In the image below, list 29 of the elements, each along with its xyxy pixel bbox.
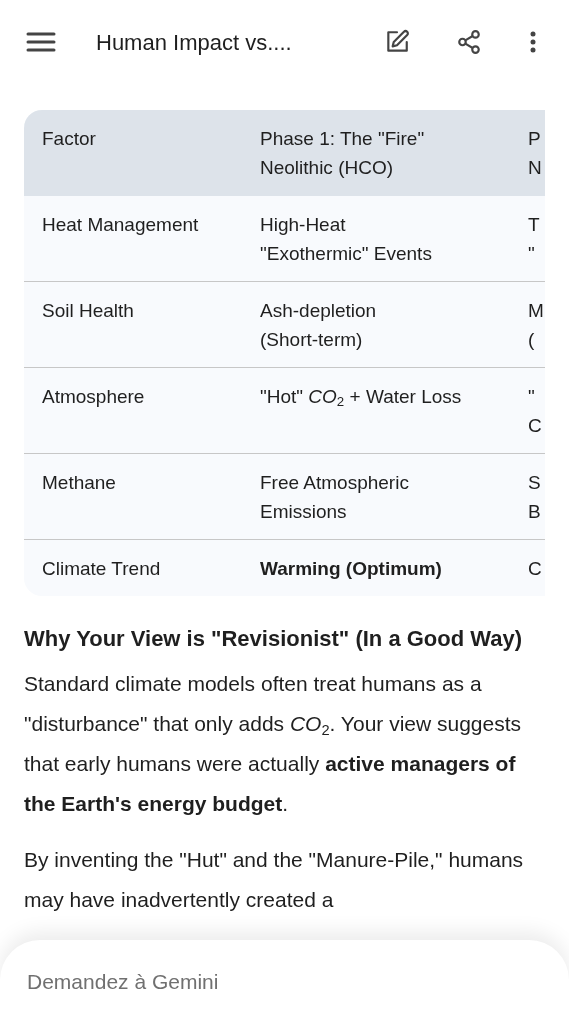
table-cell: High-Heat "Exothermic" Events xyxy=(242,196,510,282)
table-cell: M ( xyxy=(510,281,545,368)
menu-icon xyxy=(26,31,56,53)
menu-button[interactable] xyxy=(26,30,56,54)
table-cell: Climate Trend xyxy=(24,539,242,596)
table-cell: Free Atmospheric Emissions xyxy=(242,453,510,540)
column-header: P N xyxy=(510,110,545,196)
table-cell: Heat Management xyxy=(24,196,242,282)
section-heading: Why Your View is "Revisionist" (In a Good Way) xyxy=(24,625,524,653)
table-cell: Soil Health xyxy=(24,281,242,368)
chat-title: Human Impact vs.... xyxy=(96,28,292,57)
share-icon xyxy=(456,29,482,55)
table-cell: Warming (Optimum) xyxy=(242,539,510,596)
body-paragraph: By inventing the "Hut" and the "Manure-Pile," humans may have inadvertently created a xyxy=(24,847,525,913)
table-cell: Ash-depletion (Short-term) xyxy=(242,281,510,368)
table-cell: Atmosphere xyxy=(24,367,242,454)
table-cell: Methane xyxy=(24,453,242,540)
share-button[interactable] xyxy=(455,28,483,56)
column-header: Phase 1: The "Fire" Neolithic (HCO) xyxy=(242,110,510,196)
prompt-field[interactable]: Demandez à Gemini xyxy=(27,965,542,998)
table-cell: T " xyxy=(510,196,545,282)
table-cell: C xyxy=(510,539,545,596)
edit-icon xyxy=(384,29,410,55)
more-icon xyxy=(530,31,536,53)
table-cell: S B xyxy=(510,453,545,540)
column-header: Factor xyxy=(24,110,242,196)
body-paragraph: Standard climate models often treat humans as a "disturbance" that only adds CO$_{2}$. Your view suggests that early humans were actually active managers of the Earth's energy budget. xyxy=(24,671,523,817)
table-cell: "Hot" CO$_{2}$ + Water Loss xyxy=(242,367,510,454)
table-cell: " C xyxy=(510,367,545,454)
